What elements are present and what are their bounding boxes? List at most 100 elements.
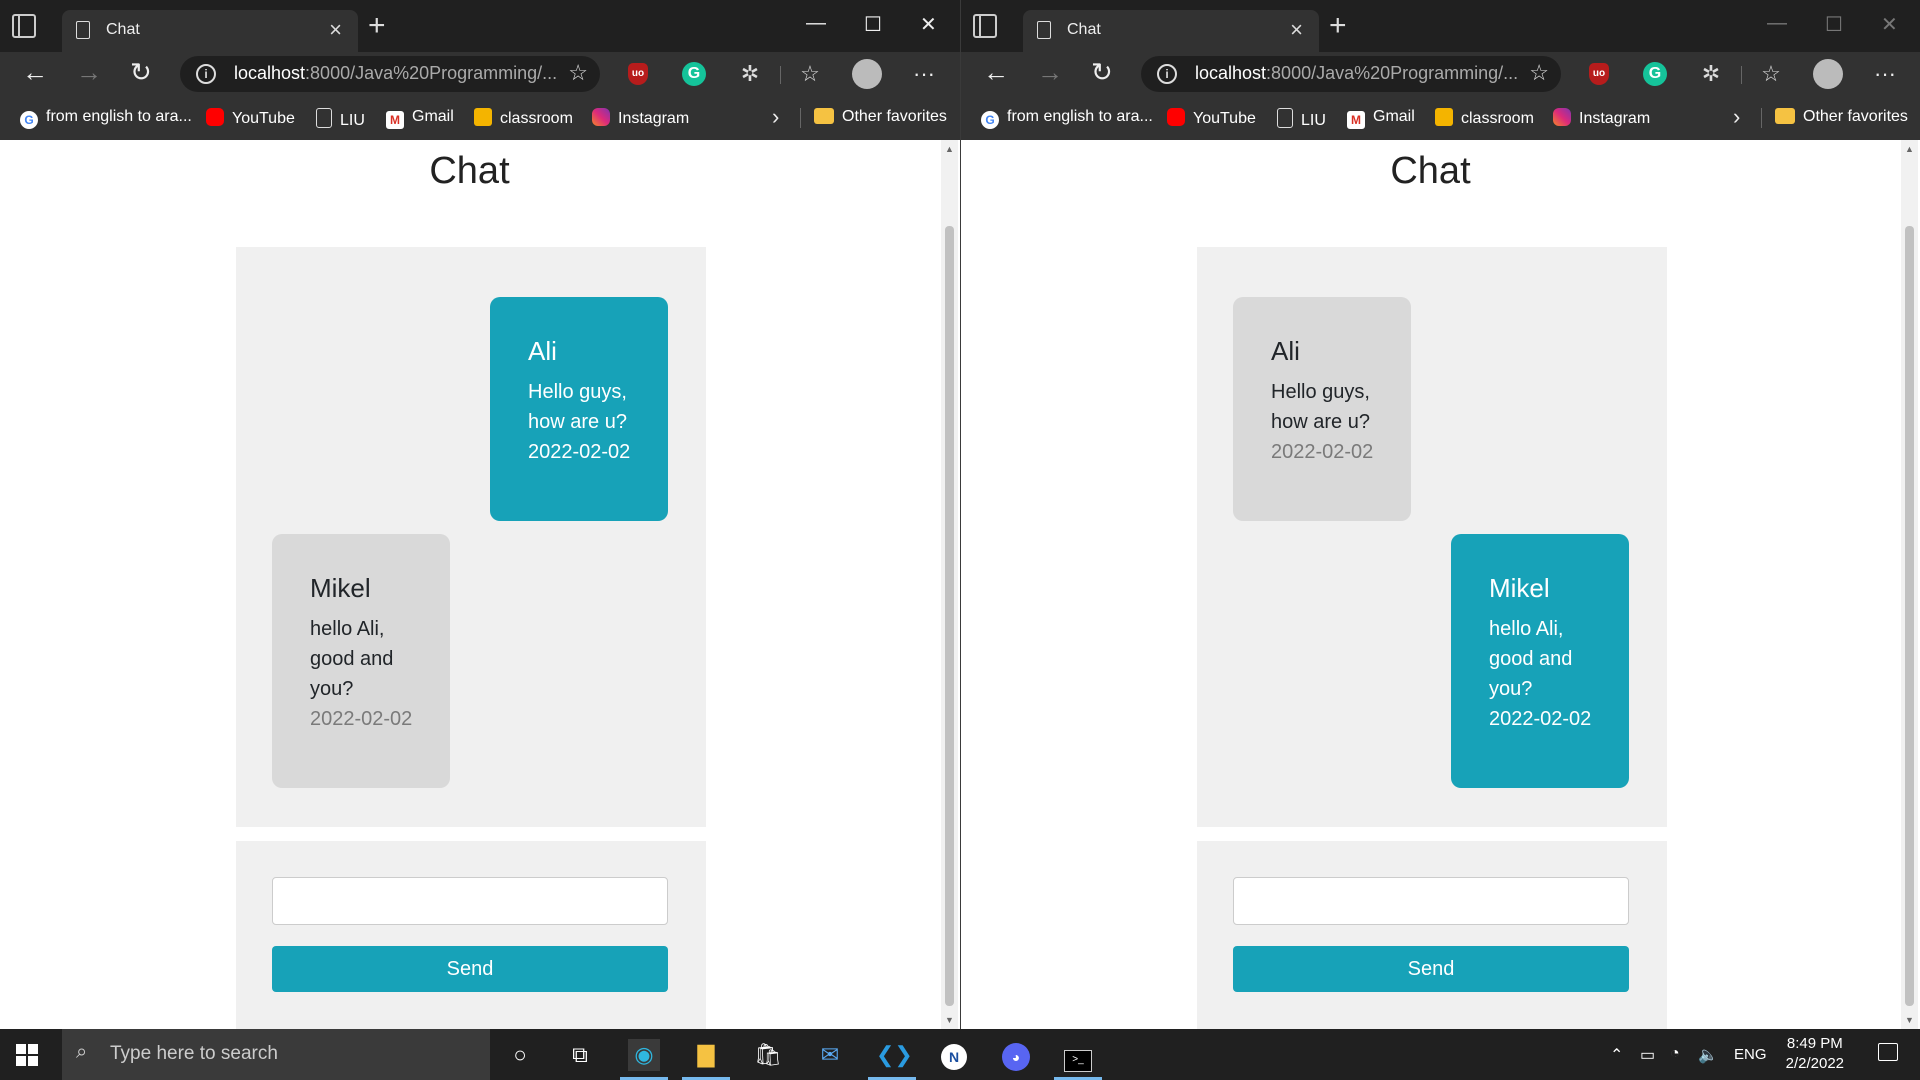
browser-window-left: Chat × + — ☐ ✕ ← → ↻ i localhost:8000/Ja… [0,0,960,1029]
cortana-icon[interactable]: ○ [504,1039,536,1071]
grammarly-icon[interactable]: G [682,62,706,86]
send-button[interactable]: Send [272,946,668,992]
bookmark-instagram[interactable]: Instagram [592,108,689,128]
grammarly-icon[interactable]: G [1643,62,1667,86]
bookmark-classroom[interactable]: classroom [1435,108,1534,128]
language-indicator[interactable]: ENG [1734,1046,1767,1063]
taskbar: ⌕ Type here to search ○ ⧉ ◉ ▇ 🛍 ✉ ❮❯ N ◕… [0,1029,1920,1080]
scroll-down-icon[interactable]: ▼ [1905,1015,1914,1025]
minimize-icon[interactable]: — [1767,12,1787,35]
add-favorite-icon[interactable]: ☆ [568,60,588,86]
bookmark-other-favorites[interactable]: Other favorites [1775,108,1908,126]
gmail-icon: M [1347,111,1365,129]
bookmark-youtube[interactable]: YouTube [1167,108,1256,128]
message-text: hello Ali, good and you? [1489,618,1573,700]
refresh-icon[interactable]: ↻ [1091,57,1113,88]
add-favorite-icon[interactable]: ☆ [1529,60,1549,86]
close-tab-icon[interactable]: × [1290,17,1303,43]
close-window-icon[interactable]: ✕ [1881,12,1898,37]
tab-actions-icon[interactable] [12,14,36,38]
forward-icon[interactable]: → [1037,57,1063,88]
wifi-icon[interactable]: ◔ [1670,1045,1680,1063]
back-icon[interactable]: ← [22,57,48,88]
toolbar-divider [1741,66,1742,84]
windows-start-icon[interactable] [16,1044,38,1066]
scroll-down-icon[interactable]: ▼ [945,1015,954,1025]
extensions-icon[interactable]: ✲ [1697,60,1725,88]
new-tab-icon[interactable]: + [1329,10,1347,42]
store-icon[interactable]: 🛍 [752,1039,784,1071]
profile-avatar[interactable] [1813,59,1843,89]
volume-icon[interactable]: 🔈 [1698,1045,1718,1065]
chevron-right-icon[interactable]: › [1733,104,1740,130]
address-bar[interactable]: i localhost:8000/Java%20Programming/... … [180,56,600,92]
bookmark-liu[interactable]: LIU [1277,108,1326,130]
forward-icon[interactable]: → [76,57,102,88]
chevron-right-icon[interactable]: › [772,104,779,130]
ublock-icon[interactable]: uo [1589,63,1609,85]
bookmark-other-favorites[interactable]: Other favorites [814,108,947,126]
maximize-icon[interactable]: ☐ [864,12,882,37]
more-icon[interactable]: ··· [910,60,938,88]
chat-box: Ali Hello guys, how are u? 2022-02-02 Mi… [236,247,706,827]
battery-icon[interactable]: ▭ [1640,1045,1655,1065]
edge-icon[interactable]: ◉ [620,1039,668,1080]
profile-avatar[interactable] [852,59,882,89]
classroom-icon [474,108,492,126]
terminal-icon[interactable]: >_ [1054,1039,1102,1080]
taskbar-search[interactable]: ⌕ Type here to search [62,1029,490,1080]
scroll-up-icon[interactable]: ▲ [1905,144,1914,154]
ublock-icon[interactable]: uo [628,63,648,85]
message-input[interactable] [1233,877,1629,925]
file-explorer-icon[interactable]: ▇ [682,1039,730,1080]
new-tab-icon[interactable]: + [368,10,386,42]
message-input[interactable] [272,877,668,925]
notifications-icon[interactable] [1878,1043,1898,1061]
extensions-icon[interactable]: ✲ [736,60,764,88]
tab-actions-icon[interactable] [973,14,997,38]
app-icon[interactable]: N [938,1039,970,1071]
back-icon[interactable]: ← [983,57,1009,88]
instagram-icon [1553,108,1571,126]
tab-chat[interactable]: Chat × [62,10,358,52]
mail-icon[interactable]: ✉ [814,1039,846,1071]
bookmark-google-translate[interactable]: Gfrom english to ara... [20,108,192,129]
tab-title: Chat [1067,21,1101,38]
scrollbar[interactable]: ▲ ▼ [1901,140,1918,1029]
bookmarks-divider [1761,108,1762,128]
bookmark-liu[interactable]: LIU [316,108,365,130]
clock-time: 8:49 PM [1786,1035,1843,1052]
message-text: Hello guys, how are u? [1271,381,1370,433]
info-icon[interactable]: i [196,64,216,84]
bookmark-instagram[interactable]: Instagram [1553,108,1650,128]
send-button[interactable]: Send [1233,946,1629,992]
bookmark-google-translate[interactable]: Gfrom english to ara... [981,108,1153,129]
tab-chat[interactable]: Chat × [1023,10,1319,52]
google-icon: G [20,111,38,129]
scroll-up-icon[interactable]: ▲ [945,144,954,154]
maximize-icon[interactable]: ☐ [1825,12,1843,37]
clock[interactable]: 8:49 PM 2/2/2022 [1786,1034,1844,1074]
info-icon[interactable]: i [1157,64,1177,84]
bookmark-gmail[interactable]: M Gmail [1347,108,1415,129]
chevron-up-icon[interactable]: ⌃ [1610,1045,1623,1065]
bookmark-youtube[interactable]: YouTube [206,108,295,128]
favorites-icon[interactable]: ☆ [1757,60,1785,88]
scrollbar-thumb[interactable] [945,226,954,1006]
vscode-icon[interactable]: ❮❯ [868,1039,916,1080]
more-icon[interactable]: ··· [1871,60,1899,88]
scrollbar-thumb[interactable] [1905,226,1914,1006]
task-view-icon[interactable]: ⧉ [564,1039,596,1071]
favorites-icon[interactable]: ☆ [796,60,824,88]
close-tab-icon[interactable]: × [329,17,342,43]
page-icon [1277,108,1293,128]
close-window-icon[interactable]: ✕ [920,12,937,37]
scrollbar[interactable]: ▲ ▼ [941,140,958,1029]
address-bar[interactable]: i localhost:8000/Java%20Programming/... … [1141,56,1561,92]
minimize-icon[interactable]: — [806,12,826,35]
discord-icon[interactable]: ◕ [1000,1039,1032,1071]
page-icon [1037,21,1051,39]
bookmark-classroom[interactable]: classroom [474,108,573,128]
refresh-icon[interactable]: ↻ [130,57,152,88]
bookmark-gmail[interactable]: M Gmail [386,108,454,129]
